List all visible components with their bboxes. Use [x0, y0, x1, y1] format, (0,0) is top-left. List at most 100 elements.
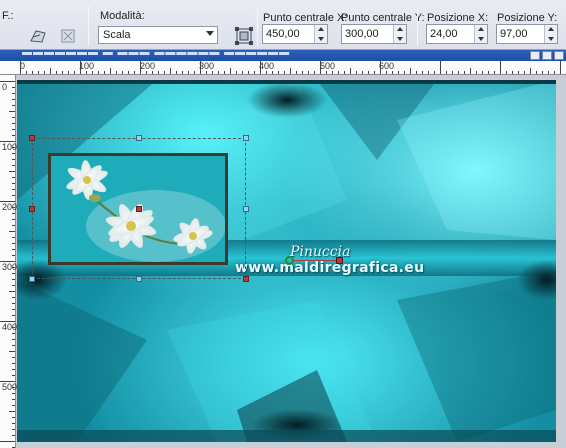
- pivot-y-field[interactable]: 300,00: [341, 24, 407, 44]
- ruler-tick: [470, 68, 471, 74]
- position-x-stepper[interactable]: [474, 25, 487, 43]
- corner-handle-top-right[interactable]: [243, 135, 249, 141]
- center-handle[interactable]: [136, 206, 142, 212]
- ruler-tick: [320, 61, 321, 74]
- ruler-tick: [12, 219, 15, 220]
- ruler-tick: [12, 159, 15, 160]
- corner-handle-top-left[interactable]: [29, 135, 35, 141]
- close-icon[interactable]: [554, 51, 564, 60]
- ruler-tick: [9, 291, 15, 292]
- ruler-tick: [44, 71, 45, 74]
- ruler-left-label: 100: [2, 142, 18, 152]
- ruler-tick: [12, 297, 15, 298]
- ruler-tick: [12, 417, 15, 418]
- watermark-url: www.maldiregrafica.eu: [235, 260, 425, 276]
- position-x-field[interactable]: 24,00: [426, 24, 488, 44]
- corner-handle-bottom-right[interactable]: [243, 276, 249, 282]
- ruler-tick: [74, 71, 75, 74]
- ruler-tick: [338, 71, 339, 74]
- ruler-tick: [356, 71, 357, 74]
- edge-handle-top[interactable]: [136, 135, 142, 141]
- pivot-x-stepper[interactable]: [314, 25, 327, 43]
- ruler-tick: [482, 71, 483, 74]
- ruler-tick: [134, 71, 135, 74]
- ruler-tick: [9, 411, 15, 412]
- ruler-tick: [512, 71, 513, 74]
- mode-select[interactable]: Scala: [98, 26, 218, 44]
- pivot-point[interactable]: [285, 256, 294, 265]
- ruler-tick: [12, 87, 15, 88]
- pivot-y-label: Punto centrale Y:: [341, 12, 425, 24]
- ruler-tick: [554, 71, 555, 74]
- maximize-icon[interactable]: [542, 51, 552, 60]
- ruler-tick: [410, 68, 411, 74]
- ruler-tick: [12, 249, 15, 250]
- ruler-tick: [12, 405, 15, 406]
- pivot-icon[interactable]: [232, 24, 254, 46]
- toolbar-separator: [88, 6, 89, 46]
- ruler-tick: [12, 393, 15, 394]
- ruler-tick: [500, 61, 501, 74]
- minimize-icon[interactable]: [530, 51, 540, 60]
- ruler-tick: [50, 68, 51, 74]
- pivot-y-stepper[interactable]: [393, 25, 406, 43]
- ruler-tick: [12, 387, 15, 388]
- ruler-tick: [12, 123, 15, 124]
- ruler-tick: [218, 71, 219, 74]
- reset-icon[interactable]: [56, 24, 78, 46]
- ruler-tick: [0, 141, 15, 142]
- ruler-tick: [140, 61, 141, 74]
- position-y-stepper[interactable]: [544, 25, 557, 43]
- vertical-ruler[interactable]: 0 100 200 300 400 500: [0, 75, 18, 448]
- document-title-bar[interactable]: ▬▬▬▬▬▬▬ ▬ ▬▬▬ ▬▬▬▬▬▬ ▬▬▬▬▬▬: [0, 47, 566, 61]
- edge-handle-bottom[interactable]: [136, 276, 142, 282]
- ruler-tick: [12, 117, 15, 118]
- ruler-tick: [104, 71, 105, 74]
- pivot-x-label: Punto centrale X:: [263, 12, 348, 24]
- ruler-tick: [12, 99, 15, 100]
- ruler-tick: [20, 61, 21, 74]
- ruler-tick: [26, 71, 27, 74]
- pivot-x-field[interactable]: 450,00: [262, 24, 328, 44]
- ruler-top-label: 400: [259, 61, 275, 71]
- ruler-tick: [62, 71, 63, 74]
- ruler-tick: [12, 327, 15, 328]
- ruler-tick: [122, 71, 123, 74]
- position-x-value: 24,00: [430, 28, 458, 40]
- ruler-left-label: 0: [2, 82, 8, 92]
- ruler-tick: [194, 71, 195, 74]
- ruler-tick: [0, 81, 15, 82]
- ruler-tick: [254, 71, 255, 74]
- ruler-tick: [12, 333, 15, 334]
- rotation-handle[interactable]: [336, 257, 343, 264]
- ruler-tick: [9, 351, 15, 352]
- ruler-tick: [12, 375, 15, 376]
- ruler-tick: [38, 71, 39, 74]
- ruler-top-label: 300: [199, 61, 215, 71]
- ruler-tick: [146, 71, 147, 74]
- ruler-tick: [12, 189, 15, 190]
- ruler-tick: [170, 68, 171, 74]
- ruler-tick: [344, 71, 345, 74]
- edge-handle-right[interactable]: [243, 206, 249, 212]
- ruler-tick: [386, 71, 387, 74]
- ruler-tick: [398, 71, 399, 74]
- ruler-tick: [380, 61, 381, 74]
- ruler-tick: [12, 369, 15, 370]
- position-y-field[interactable]: 97,00: [496, 24, 558, 44]
- ruler-tick: [374, 71, 375, 74]
- ruler-tick: [518, 71, 519, 74]
- ruler-tick: [12, 93, 15, 94]
- ruler-tick: [230, 68, 231, 74]
- ruler-tick: [0, 261, 15, 262]
- edge-handle-left[interactable]: [29, 206, 35, 212]
- image-canvas[interactable]: Pinuccia www.maldiregrafica.eu: [17, 80, 556, 442]
- deform-icon[interactable]: [26, 24, 48, 46]
- ruler-tick: [404, 71, 405, 74]
- ruler-tick: [12, 243, 15, 244]
- horizontal-ruler[interactable]: 0 100 200 300 400 500 600: [0, 61, 566, 75]
- ruler-tick: [464, 71, 465, 74]
- ruler-tick: [98, 71, 99, 74]
- corner-handle-bottom-left[interactable]: [29, 276, 35, 282]
- document-title-text: ▬▬▬▬▬▬▬ ▬ ▬▬▬ ▬▬▬▬▬▬ ▬▬▬▬▬▬: [22, 47, 291, 58]
